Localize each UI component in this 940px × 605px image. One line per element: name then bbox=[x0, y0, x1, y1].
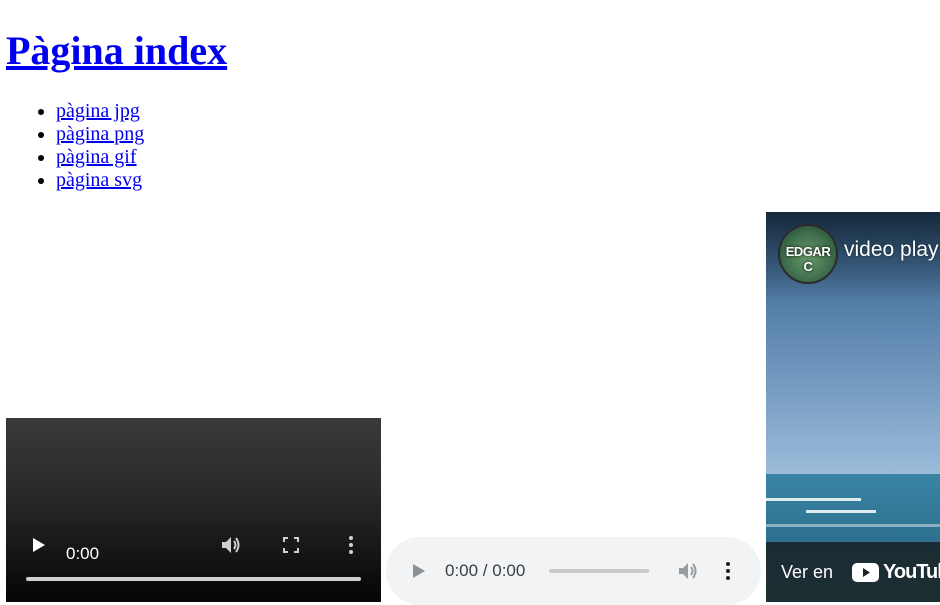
youtube-embed[interactable]: EDGAR C video play Ver en YouTube bbox=[766, 212, 940, 602]
watch-on-youtube-bar[interactable]: Ver en YouTube bbox=[766, 542, 940, 602]
youtube-logo-icon bbox=[852, 563, 879, 582]
video-player[interactable]: 0:00 bbox=[6, 418, 381, 602]
watch-on-label: Ver en bbox=[781, 562, 834, 582]
audio-progress-bar[interactable] bbox=[549, 569, 649, 573]
wave-line bbox=[766, 498, 861, 501]
wave-line bbox=[806, 510, 876, 513]
page-title: Pàgina index bbox=[6, 28, 227, 74]
link-jpg[interactable]: pàgina jpg bbox=[56, 100, 140, 122]
page-links-list: pàgina jpg pàgina png pàgina gif pàgina … bbox=[0, 100, 144, 192]
audio-more-button[interactable] bbox=[724, 561, 732, 581]
audio-mute-button[interactable] bbox=[676, 560, 700, 582]
link-gif[interactable]: pàgina gif bbox=[56, 146, 137, 168]
channel-avatar-text: EDGAR C bbox=[785, 244, 831, 274]
video-surface bbox=[6, 418, 381, 602]
audio-play-button[interactable] bbox=[410, 561, 428, 581]
video-progress-bar[interactable] bbox=[26, 577, 361, 581]
video-fullscreen-button[interactable] bbox=[281, 535, 301, 555]
video-more-button[interactable] bbox=[347, 535, 355, 555]
play-icon bbox=[33, 538, 45, 552]
channel-avatar[interactable]: EDGAR C bbox=[778, 224, 838, 284]
youtube-brand-text: YouTube bbox=[883, 561, 940, 583]
video-title[interactable]: video play bbox=[844, 238, 939, 262]
volume-icon bbox=[222, 537, 240, 553]
video-mute-button[interactable] bbox=[219, 534, 243, 556]
link-png[interactable]: pàgina png bbox=[56, 123, 144, 145]
more-options-icon bbox=[726, 562, 730, 580]
wave-line bbox=[766, 524, 940, 527]
list-item: pàgina svg bbox=[56, 169, 144, 192]
list-item: pàgina png bbox=[56, 123, 144, 146]
audio-time-display: 0:00 / 0:00 bbox=[445, 561, 526, 580]
fullscreen-icon bbox=[283, 537, 299, 553]
page-title-link[interactable]: Pàgina index bbox=[6, 28, 227, 73]
video-current-time: 0:00 bbox=[66, 544, 100, 563]
volume-icon bbox=[679, 563, 697, 579]
link-svg[interactable]: pàgina svg bbox=[56, 169, 142, 191]
video-play-button[interactable] bbox=[28, 535, 48, 555]
audio-player[interactable]: 0:00 / 0:00 bbox=[386, 537, 761, 605]
list-item: pàgina jpg bbox=[56, 100, 144, 123]
more-options-icon bbox=[349, 536, 353, 554]
list-item: pàgina gif bbox=[56, 146, 144, 169]
play-icon bbox=[413, 564, 425, 578]
